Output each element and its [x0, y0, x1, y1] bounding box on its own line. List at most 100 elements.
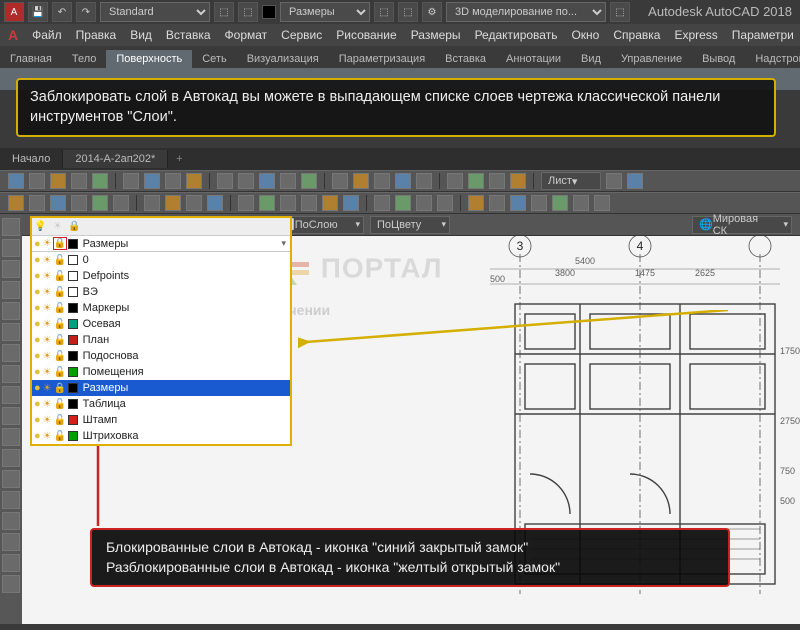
tool-icon[interactable]: [606, 173, 622, 189]
bulb-icon[interactable]: ●: [34, 430, 41, 442]
tool-icon[interactable]: [594, 195, 610, 211]
new-tab-button[interactable]: +: [168, 153, 190, 165]
bulb-icon[interactable]: ●: [34, 366, 41, 378]
tool-icon[interactable]: [627, 173, 643, 189]
tool-icon[interactable]: [353, 173, 369, 189]
menu-view[interactable]: Вид: [130, 28, 152, 42]
menu-edit[interactable]: Правка: [76, 28, 117, 42]
bulb-icon[interactable]: ●: [34, 414, 41, 426]
tool-icon[interactable]: [374, 195, 390, 211]
layer-color-swatch[interactable]: [68, 367, 78, 377]
menu-help[interactable]: Справка: [613, 28, 660, 42]
tool-icon[interactable]: [395, 195, 411, 211]
tool-icon[interactable]: [531, 195, 547, 211]
freeze-icon[interactable]: ☀: [43, 255, 52, 266]
bulb-icon[interactable]: ●: [34, 254, 41, 266]
tool-icon[interactable]: [280, 173, 296, 189]
freeze-icon[interactable]: ☀: [43, 351, 52, 362]
freeze-icon[interactable]: ☀: [43, 383, 52, 394]
lock-open-icon[interactable]: 🔓: [54, 415, 66, 426]
tool-icon[interactable]: [29, 195, 45, 211]
qat-icon[interactable]: ⬚: [238, 2, 258, 22]
bulb-icon[interactable]: ●: [34, 270, 41, 282]
ucs-combo[interactable]: 🌐 Мировая СК: [692, 216, 792, 234]
tool-icon[interactable]: [217, 173, 233, 189]
tool-icon[interactable]: [343, 195, 359, 211]
freeze-icon[interactable]: ☀: [43, 335, 52, 346]
layer-color-swatch[interactable]: [68, 239, 78, 249]
tool-icon[interactable]: [144, 195, 160, 211]
tool-line-icon[interactable]: [2, 218, 20, 236]
layer-dropdown[interactable]: 💡 ☀ 🔒 ●☀🔒Размеры▾●☀🔓0●☀🔓Defpoints●☀🔓ВЭ●☀…: [30, 216, 292, 446]
tool-icon[interactable]: [165, 195, 181, 211]
tab-manage[interactable]: Управление: [611, 50, 692, 68]
layer-color-swatch[interactable]: [68, 287, 78, 297]
layer-row[interactable]: ●☀🔓Подоснова: [32, 348, 290, 364]
tab-insert[interactable]: Вставка: [435, 50, 496, 68]
tool-icon[interactable]: [468, 195, 484, 211]
tool-rotate-icon[interactable]: [2, 428, 20, 446]
tool-icon[interactable]: [207, 195, 223, 211]
tool-mirror-icon[interactable]: [2, 512, 20, 530]
freeze-icon[interactable]: ☀: [43, 238, 52, 249]
bulb-icon[interactable]: ●: [34, 334, 41, 346]
tool-icon[interactable]: [123, 173, 139, 189]
qat-icon[interactable]: ⬚: [610, 2, 630, 22]
tool-icon[interactable]: [301, 173, 317, 189]
layer-combo[interactable]: Размеры: [280, 2, 370, 22]
layer-color-swatch[interactable]: [68, 383, 78, 393]
freeze-icon[interactable]: ☀: [43, 271, 52, 282]
layer-color-swatch[interactable]: [68, 303, 78, 313]
layer-color-swatch[interactable]: [68, 415, 78, 425]
undo-icon[interactable]: ↶: [52, 2, 72, 22]
freeze-icon[interactable]: ☀: [43, 319, 52, 330]
lock-open-icon[interactable]: 🔓: [54, 287, 66, 298]
lock-open-icon[interactable]: 🔓: [54, 319, 66, 330]
tool-icon[interactable]: [8, 173, 24, 189]
freeze-icon[interactable]: ☀: [43, 287, 52, 298]
tool-icon[interactable]: [416, 195, 432, 211]
workspace-gear-icon[interactable]: ⚙: [422, 2, 442, 22]
menu-modify[interactable]: Редактировать: [475, 28, 558, 42]
tool-trim-icon[interactable]: [2, 449, 20, 467]
menu-file[interactable]: Файл: [32, 28, 62, 42]
layer-color-swatch[interactable]: [68, 431, 78, 441]
tab-view[interactable]: Вид: [571, 50, 611, 68]
tool-icon[interactable]: [301, 195, 317, 211]
tab-visualize[interactable]: Визуализация: [237, 50, 329, 68]
tool-icon[interactable]: [50, 173, 66, 189]
qat-icon[interactable]: ⬚: [214, 2, 234, 22]
tool-icon[interactable]: [259, 173, 275, 189]
lock-closed-icon[interactable]: 🔒: [54, 238, 66, 249]
bulb-icon[interactable]: ●: [34, 238, 41, 250]
tool-array-icon[interactable]: [2, 575, 20, 593]
lock-open-icon[interactable]: 🔓: [54, 367, 66, 378]
tool-icon[interactable]: [113, 195, 129, 211]
tool-icon[interactable]: [447, 173, 463, 189]
tool-rect-icon[interactable]: [2, 302, 20, 320]
tool-icon[interactable]: [374, 173, 390, 189]
layer-row[interactable]: ●☀🔓ВЭ: [32, 284, 290, 300]
doc-tab-drawing[interactable]: 2014-A-2ап202*: [63, 150, 168, 168]
lock-closed-icon[interactable]: 🔒: [54, 383, 66, 394]
tool-icon[interactable]: [71, 173, 87, 189]
menu-service[interactable]: Сервис: [281, 28, 322, 42]
menu-draw[interactable]: Рисование: [336, 28, 396, 42]
tool-arc-icon[interactable]: [2, 281, 20, 299]
tool-text-icon[interactable]: [2, 365, 20, 383]
layer-color-swatch[interactable]: [68, 319, 78, 329]
bulb-icon[interactable]: ●: [34, 382, 41, 394]
tool-icon[interactable]: [50, 195, 66, 211]
bulb-icon[interactable]: ●: [34, 318, 41, 330]
lock-open-icon[interactable]: 🔓: [54, 335, 66, 346]
bulb-icon[interactable]: ●: [34, 398, 41, 410]
freeze-icon[interactable]: ☀: [43, 415, 52, 426]
tool-icon[interactable]: [186, 195, 202, 211]
tool-pline-icon[interactable]: [2, 239, 20, 257]
layer-row[interactable]: ●☀🔓План: [32, 332, 290, 348]
lock-open-icon[interactable]: 🔓: [54, 431, 66, 442]
tool-icon[interactable]: [468, 173, 484, 189]
freeze-icon[interactable]: ☀: [43, 431, 52, 442]
bulb-icon[interactable]: ●: [34, 302, 41, 314]
tool-scale-icon[interactable]: [2, 533, 20, 551]
